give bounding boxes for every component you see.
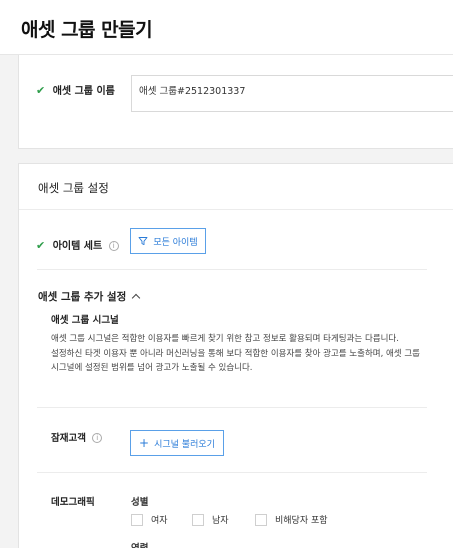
item-set-label-text: 아이템 세트	[52, 241, 103, 252]
demographics-label: 데모그래픽	[51, 497, 95, 508]
check-icon: ✔	[36, 84, 46, 97]
info-icon[interactable]: i	[108, 241, 119, 251]
page-header: 애셋 그룹 만들기	[0, 0, 453, 55]
gender-option-unknown[interactable]: 비해당자 포함	[255, 513, 328, 526]
age-label: 연령	[131, 540, 148, 548]
signal-desc-line1: 애셋 그룹 시그널은 적합한 이용자를 빠르게 찾기 위한 참고 정보로 활용되…	[51, 334, 399, 344]
divider	[37, 407, 427, 408]
chevron-up-icon	[132, 293, 141, 303]
signal-title: 애셋 그룹 시그널	[51, 315, 119, 326]
asset-group-name-label-text: 애셋 그룹 이름	[52, 86, 115, 97]
divider	[37, 269, 427, 270]
gender-option-female[interactable]: 여자	[131, 513, 168, 526]
gender-option-label: 비해당자 포함	[275, 516, 328, 526]
load-signal-button-label: 시그널 불러오기	[154, 439, 215, 450]
asset-group-name-card: ✔ 애셋 그룹 이름 애셋 그룹#2512301337	[18, 55, 453, 149]
gender-option-label: 남자	[212, 516, 229, 526]
signal-desc-line2: 설정하신 타겟 이용자 뿐 아니라 머신러닝을 통해 보다 적합한 이용자를 찾…	[51, 348, 420, 374]
all-items-button-label: 모든 아이템	[153, 237, 198, 248]
all-items-button[interactable]: 모든 아이템	[130, 228, 206, 254]
checkbox[interactable]	[131, 513, 143, 526]
prospects-label-text: 잠재고객	[51, 433, 86, 444]
page-title: 애셋 그룹 만들기	[21, 19, 153, 41]
prospects-label: 잠재고객 i	[51, 430, 103, 444]
item-set-label: ✔ 아이템 세트 i	[36, 237, 119, 252]
signal-description: 애셋 그룹 시그널은 적합한 이용자를 빠르게 찾기 위한 참고 정보로 활용되…	[51, 332, 421, 376]
check-icon: ✔	[36, 239, 46, 252]
gender-option-male[interactable]: 남자	[192, 513, 229, 526]
divider	[19, 209, 453, 210]
settings-title: 애셋 그룹 설정	[38, 181, 109, 195]
filter-icon	[138, 237, 148, 246]
asset-group-name-input[interactable]: 애셋 그룹#2512301337	[131, 75, 453, 112]
plus-icon: +	[139, 436, 150, 450]
additional-settings-title: 애셋 그룹 추가 설정	[38, 291, 127, 303]
divider	[37, 472, 427, 473]
asset-group-settings-card: 애셋 그룹 설정 ✔ 아이템 세트 i 모든 아이템 애셋 그룹 추가 설정 애…	[18, 163, 453, 548]
asset-group-name-label: ✔ 애셋 그룹 이름	[36, 82, 115, 97]
checkbox[interactable]	[192, 513, 204, 526]
checkbox[interactable]	[255, 513, 267, 526]
gender-label: 성별	[131, 497, 149, 508]
load-signal-button[interactable]: + 시그널 불러오기	[130, 430, 224, 456]
gender-option-label: 여자	[151, 516, 168, 526]
additional-settings-toggle[interactable]: 애셋 그룹 추가 설정	[38, 289, 141, 304]
info-icon[interactable]: i	[92, 433, 103, 443]
